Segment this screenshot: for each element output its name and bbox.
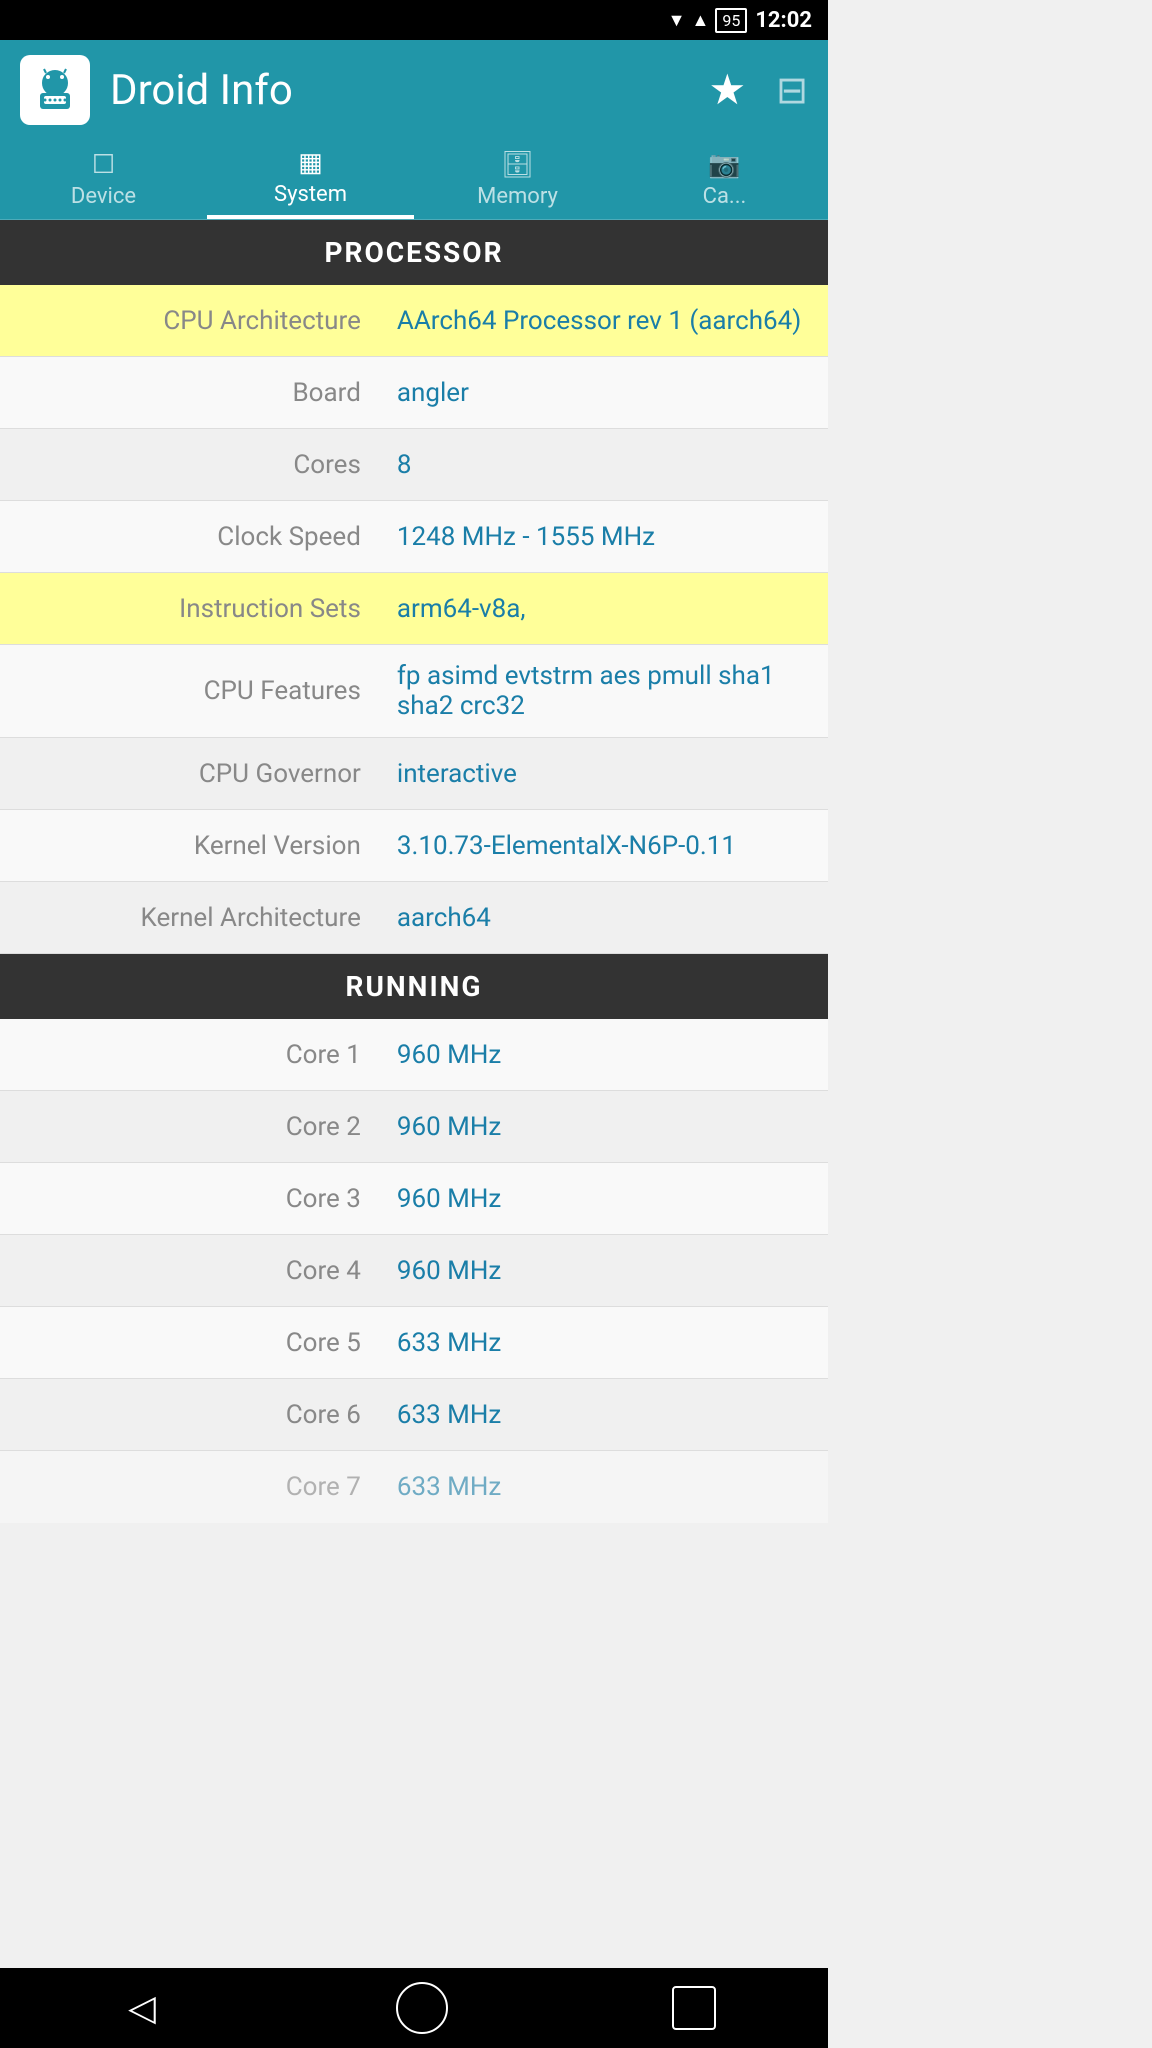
- row-cores: Cores 8: [0, 429, 828, 501]
- app-bar-actions: ★ ⊟: [709, 65, 809, 115]
- value-core-2: 960 MHz: [381, 1096, 828, 1158]
- row-core-2: Core 2 960 MHz: [0, 1091, 828, 1163]
- bottom-nav: ◁: [0, 1968, 828, 2048]
- value-core-5: 633 MHz: [381, 1312, 828, 1374]
- row-core-6: Core 6 633 MHz: [0, 1379, 828, 1451]
- back-button[interactable]: ◁: [112, 1978, 172, 2038]
- label-core-4: Core 4: [0, 1240, 381, 1302]
- value-core-3: 960 MHz: [381, 1168, 828, 1230]
- status-time: 12:02: [755, 8, 812, 33]
- row-core-3: Core 3 960 MHz: [0, 1163, 828, 1235]
- value-cores: 8: [381, 434, 828, 496]
- tab-system[interactable]: ▦ System: [207, 140, 414, 219]
- label-kernel-version: Kernel Version: [0, 815, 381, 877]
- label-cpu-architecture: CPU Architecture: [0, 290, 381, 352]
- favorite-button[interactable]: ★: [709, 65, 747, 115]
- tab-system-label: System: [274, 182, 347, 207]
- value-cpu-features: fp asimd evtstrm aes pmull sha1 sha2 crc…: [381, 645, 828, 737]
- row-cpu-governor: CPU Governor interactive: [0, 738, 828, 810]
- row-clock-speed: Clock Speed 1248 MHz - 1555 MHz: [0, 501, 828, 573]
- label-kernel-architecture: Kernel Architecture: [0, 887, 381, 949]
- tab-memory-label: Memory: [477, 184, 558, 209]
- label-core-1: Core 1: [0, 1024, 381, 1086]
- row-kernel-version: Kernel Version 3.10.73-ElementalX-N6P-0.…: [0, 810, 828, 882]
- tab-memory[interactable]: 🗄 Memory: [414, 140, 621, 219]
- row-core-1: Core 1 960 MHz: [0, 1019, 828, 1091]
- label-cores: Cores: [0, 434, 381, 496]
- label-clock-speed: Clock Speed: [0, 506, 381, 568]
- row-board: Board angler: [0, 357, 828, 429]
- value-kernel-architecture: aarch64: [381, 887, 828, 949]
- camera-tab-icon: 📷: [708, 150, 740, 180]
- app-logo: [20, 55, 90, 125]
- content-area: PROCESSOR CPU Architecture AArch64 Proce…: [0, 220, 828, 1603]
- row-kernel-architecture: Kernel Architecture aarch64: [0, 882, 828, 954]
- tab-device-label: Device: [71, 184, 136, 209]
- processor-section-header: PROCESSOR: [0, 220, 828, 285]
- status-bar: ▼ ▲ 95 12:02: [0, 0, 828, 40]
- row-core-7: Core 7 633 MHz: [0, 1451, 828, 1523]
- value-cpu-architecture: AArch64 Processor rev 1 (aarch64): [381, 290, 828, 352]
- app-bar: Droid Info ★ ⊟: [0, 40, 828, 140]
- label-board: Board: [0, 362, 381, 424]
- row-core-5: Core 5 633 MHz: [0, 1307, 828, 1379]
- value-board: angler: [381, 362, 828, 424]
- label-core-6: Core 6: [0, 1384, 381, 1446]
- status-icons: ▼ ▲ 95: [668, 8, 748, 33]
- value-instruction-sets: arm64-v8a,: [381, 578, 828, 640]
- value-core-4: 960 MHz: [381, 1240, 828, 1302]
- tab-camera[interactable]: 📷 Ca...: [621, 140, 828, 219]
- tab-camera-label: Ca...: [703, 184, 747, 209]
- value-cpu-governor: interactive: [381, 743, 828, 805]
- system-tab-icon: ▦: [298, 148, 323, 178]
- label-instruction-sets: Instruction Sets: [0, 578, 381, 640]
- value-core-7: 633 MHz: [381, 1456, 828, 1518]
- home-button[interactable]: [396, 1982, 448, 2034]
- tab-bar: ☐ Device ▦ System 🗄 Memory 📷 Ca...: [0, 140, 828, 220]
- label-core-5: Core 5: [0, 1312, 381, 1374]
- device-tab-icon: ☐: [92, 150, 115, 180]
- value-core-6: 633 MHz: [381, 1384, 828, 1446]
- memory-tab-icon: 🗄: [501, 150, 534, 180]
- value-kernel-version: 3.10.73-ElementalX-N6P-0.11: [381, 815, 828, 877]
- label-cpu-governor: CPU Governor: [0, 743, 381, 805]
- app-title: Droid Info: [110, 66, 709, 115]
- row-instruction-sets: Instruction Sets arm64-v8a,: [0, 573, 828, 645]
- label-core-3: Core 3: [0, 1168, 381, 1230]
- settings-button[interactable]: ⊟: [776, 68, 808, 113]
- label-cpu-features: CPU Features: [0, 660, 381, 722]
- row-cpu-architecture: CPU Architecture AArch64 Processor rev 1…: [0, 285, 828, 357]
- recent-apps-button[interactable]: [672, 1986, 716, 2030]
- tab-device[interactable]: ☐ Device: [0, 140, 207, 219]
- running-section-header: RUNNING: [0, 954, 828, 1019]
- row-cpu-features: CPU Features fp asimd evtstrm aes pmull …: [0, 645, 828, 738]
- wifi-icon: ▼: [668, 10, 686, 31]
- signal-icon: ▲: [692, 10, 710, 31]
- row-core-4: Core 4 960 MHz: [0, 1235, 828, 1307]
- label-core-7: Core 7: [0, 1456, 381, 1518]
- label-core-2: Core 2: [0, 1096, 381, 1158]
- value-core-1: 960 MHz: [381, 1024, 828, 1086]
- battery-level: 95: [715, 8, 747, 33]
- value-clock-speed: 1248 MHz - 1555 MHz: [381, 506, 828, 568]
